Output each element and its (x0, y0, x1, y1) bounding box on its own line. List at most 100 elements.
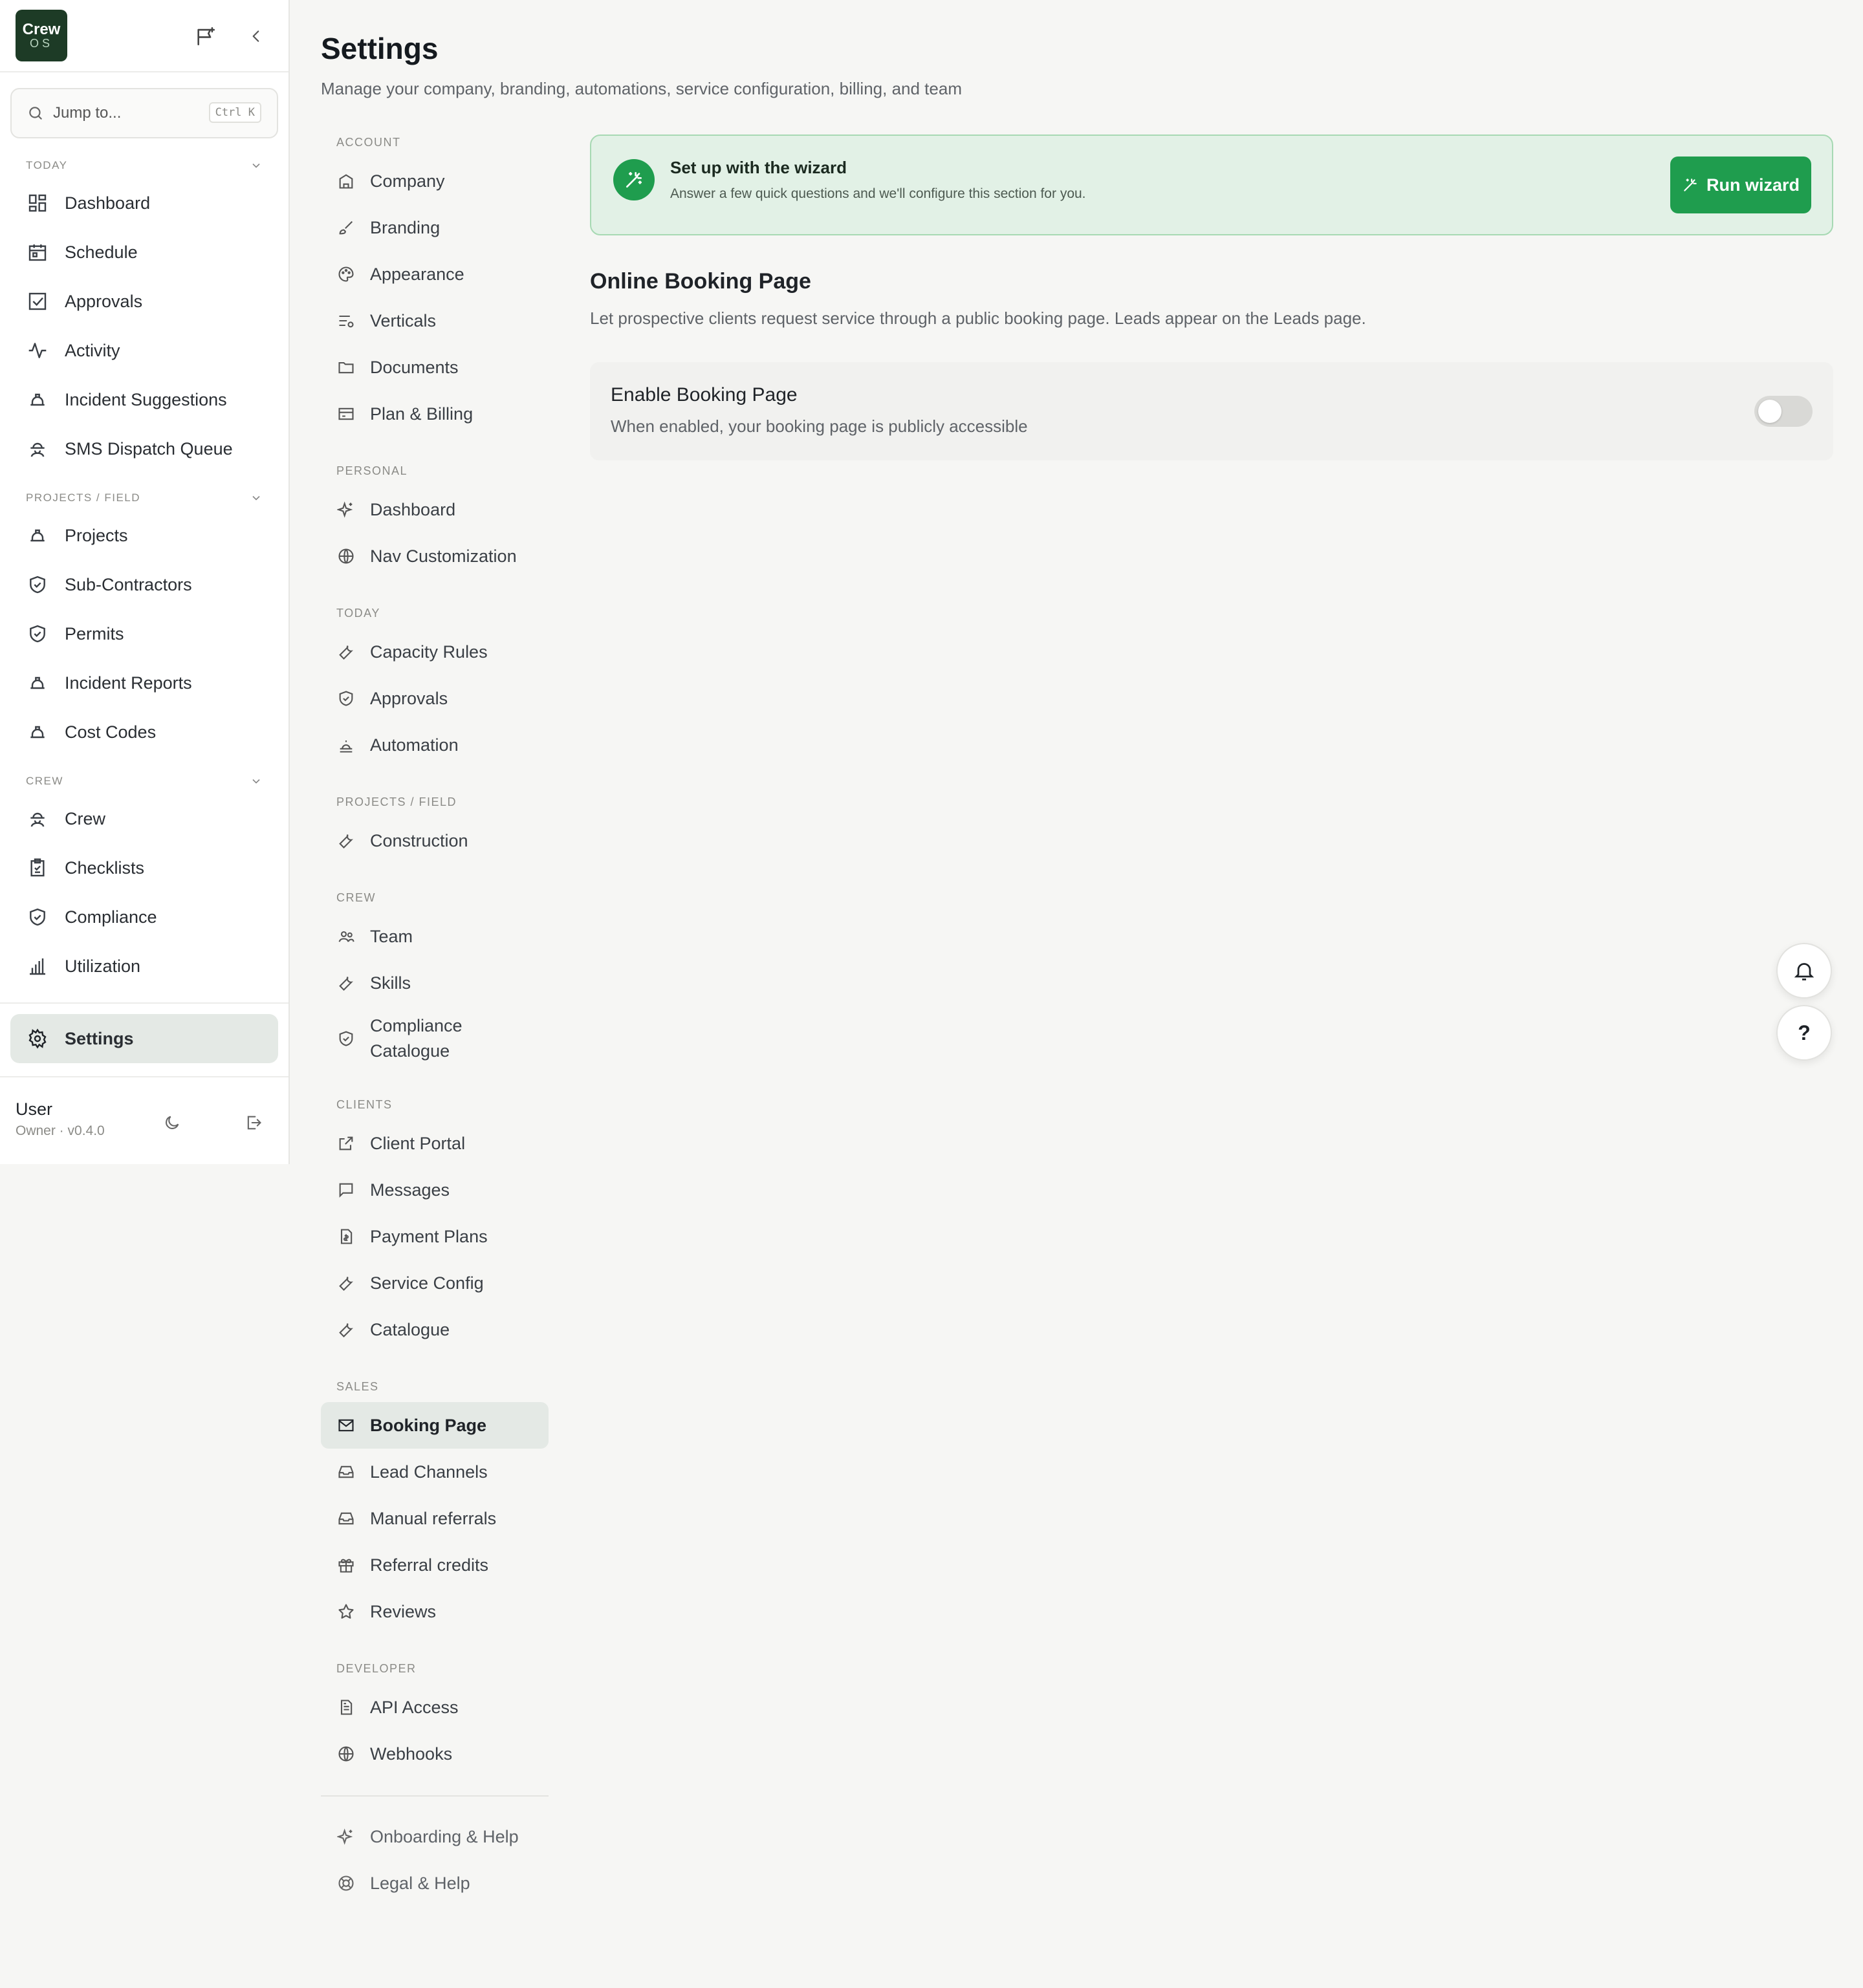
settings-nav-skills[interactable]: Skills (321, 960, 549, 1006)
notifications-button[interactable] (1776, 943, 1832, 999)
wrench-icon (336, 831, 356, 850)
sidebar-item-checklists[interactable]: Checklists (0, 843, 289, 892)
settings-nav-onboarding-help[interactable]: Onboarding & Help (321, 1813, 549, 1860)
crewos-logo[interactable]: Crew OS (16, 10, 67, 61)
hardhat-icon (26, 388, 49, 411)
sidebar-item-schedule[interactable]: Schedule (0, 228, 289, 277)
sidebar-item-label: SMS Dispatch Queue (65, 438, 233, 459)
settings-nav-group-personal: PERSONAL (336, 464, 408, 477)
sidebar-section-today[interactable]: TODAY (0, 153, 289, 178)
setting-label: Enable Booking Page (611, 384, 798, 405)
palette-icon (336, 265, 356, 284)
settings-nav-construction[interactable]: Construction (321, 817, 549, 864)
sidebar-item-sms-dispatch-queue[interactable]: SMS Dispatch Queue (0, 424, 289, 473)
settings-nav-webhooks[interactable]: Webhooks (321, 1731, 549, 1777)
settings-nav-label: Capacity Rules (370, 642, 488, 662)
collapse-sidebar-chevron-icon[interactable] (242, 22, 270, 50)
globe-icon (336, 546, 356, 566)
chevron-down-icon (250, 775, 263, 788)
settings-nav-company[interactable]: Company (321, 158, 549, 204)
settings-nav-capacity-rules[interactable]: Capacity Rules (321, 629, 549, 675)
sidebar-item-cost-codes[interactable]: Cost Codes (0, 708, 289, 757)
sidebar-item-label: Incident Reports (65, 673, 192, 693)
sidebar-item-projects[interactable]: Projects (0, 511, 289, 560)
settings-nav-lead-channels[interactable]: Lead Channels (321, 1449, 549, 1495)
settings-nav-label: Service Config (370, 1273, 484, 1293)
sidebar-item-dashboard[interactable]: Dashboard (0, 178, 289, 228)
hardhat-person-icon (26, 807, 49, 830)
sidebar-item-utilization[interactable]: Utilization (0, 942, 289, 991)
settings-nav-team[interactable]: Team (321, 913, 549, 960)
sidebar-item-settings[interactable]: Settings (10, 1014, 278, 1063)
settings-nav-booking-page[interactable]: Booking Page (321, 1402, 549, 1449)
sidebar-item-crew[interactable]: Crew (0, 794, 289, 843)
run-wizard-button[interactable]: Run wizard (1670, 157, 1811, 213)
brand-row: Crew OS (0, 0, 289, 72)
sidebar-item-label: Cost Codes (65, 722, 157, 742)
sidebar-item-sub-contractors[interactable]: Sub-Contractors (0, 560, 289, 609)
list-settings-icon (336, 311, 356, 330)
enable-booking-page-setting: Enable Booking Page When enabled, your b… (590, 362, 1833, 460)
settings-nav-label: Catalogue (370, 1319, 450, 1339)
settings-nav-label: Client Portal (370, 1133, 466, 1153)
settings-nav-label: Appearance (370, 264, 464, 284)
settings-nav-api-access[interactable]: API Access (321, 1684, 549, 1731)
sidebar-item-incident-reports[interactable]: Incident Reports (0, 658, 289, 708)
settings-nav-label: Manual referrals (370, 1508, 497, 1528)
shield-icon (26, 573, 49, 596)
settings-nav-reviews[interactable]: Reviews (321, 1588, 549, 1635)
file-text-icon (336, 1698, 356, 1717)
settings-nav-service-config[interactable]: Service Config (321, 1260, 549, 1306)
wizard-banner: Set up with the wizard Answer a few quic… (590, 135, 1833, 235)
settings-nav-label: Approvals (370, 688, 448, 708)
settings-nav-verticals[interactable]: Verticals (321, 297, 549, 344)
settings-nav-compliance-catalogue[interactable]: Compliance Catalogue (321, 1006, 549, 1071)
building-icon (336, 171, 356, 191)
settings-nav-label: Dashboard (370, 499, 456, 519)
settings-nav-manual-referrals[interactable]: Manual referrals (321, 1495, 549, 1542)
sidebar-item-label: Crew (65, 808, 106, 828)
settings-nav-label: Booking Page (370, 1415, 487, 1435)
feedback-flag-icon[interactable] (191, 22, 220, 50)
settings-nav-appearance[interactable]: Appearance (321, 251, 549, 297)
sidebar-item-approvals[interactable]: Approvals (0, 277, 289, 326)
sidebar-section-projects-field[interactable]: PROJECTS / FIELD (0, 485, 289, 511)
settings-nav-client-portal[interactable]: Client Portal (321, 1120, 549, 1167)
settings-nav-label: Verticals (370, 310, 437, 330)
shield-icon (336, 1029, 356, 1048)
life-buoy-icon (336, 1874, 356, 1893)
search-placeholder: Jump to... (53, 104, 122, 122)
sidebar-item-activity[interactable]: Activity (0, 326, 289, 375)
enable-booking-toggle[interactable] (1754, 396, 1813, 427)
settings-nav-nav-customization[interactable]: Nav Customization (321, 533, 549, 579)
logout-icon[interactable] (241, 1110, 267, 1136)
sidebar-item-incident-suggestions[interactable]: Incident Suggestions (0, 375, 289, 424)
moon-icon[interactable] (159, 1110, 185, 1136)
settings-nav-legal-help[interactable]: Legal & Help (321, 1860, 549, 1907)
settings-nav-branding[interactable]: Branding (321, 204, 549, 251)
settings-nav-messages[interactable]: Messages (321, 1167, 549, 1213)
sidebar-section-crew[interactable]: CREW (0, 768, 289, 794)
settings-nav-plan-billing[interactable]: Plan & Billing (321, 391, 549, 437)
settings-nav-referral-credits[interactable]: Referral credits (321, 1542, 549, 1588)
settings-nav-documents[interactable]: Documents (321, 344, 549, 391)
app-sidebar: Crew OS Jump to... Ctrl K TODAY Dashboar… (0, 0, 290, 1164)
clipboard-icon (26, 856, 49, 880)
settings-nav-label: Construction (370, 830, 468, 850)
help-button[interactable]: ? (1776, 1005, 1832, 1061)
sidebar-item-label: Compliance (65, 907, 157, 927)
hardhat-icon (26, 720, 49, 744)
settings-nav-dashboard[interactable]: Dashboard (321, 486, 549, 533)
settings-nav-label: Referral credits (370, 1555, 489, 1575)
inbox-icon (336, 1509, 356, 1528)
settings-nav-approvals[interactable]: Approvals (321, 675, 549, 722)
sidebar-item-permits[interactable]: Permits (0, 609, 289, 658)
settings-nav-label: Legal & Help (370, 1873, 470, 1893)
jump-to-search[interactable]: Jump to... Ctrl K (10, 88, 278, 138)
sidebar-item-compliance[interactable]: Compliance (0, 892, 289, 942)
settings-nav-automation[interactable]: Automation (321, 722, 549, 768)
settings-nav-catalogue[interactable]: Catalogue (321, 1306, 549, 1353)
sidebar-item-label: Approvals (65, 291, 143, 311)
settings-nav-payment-plans[interactable]: Payment Plans (321, 1213, 549, 1260)
chevron-down-icon (250, 159, 263, 172)
